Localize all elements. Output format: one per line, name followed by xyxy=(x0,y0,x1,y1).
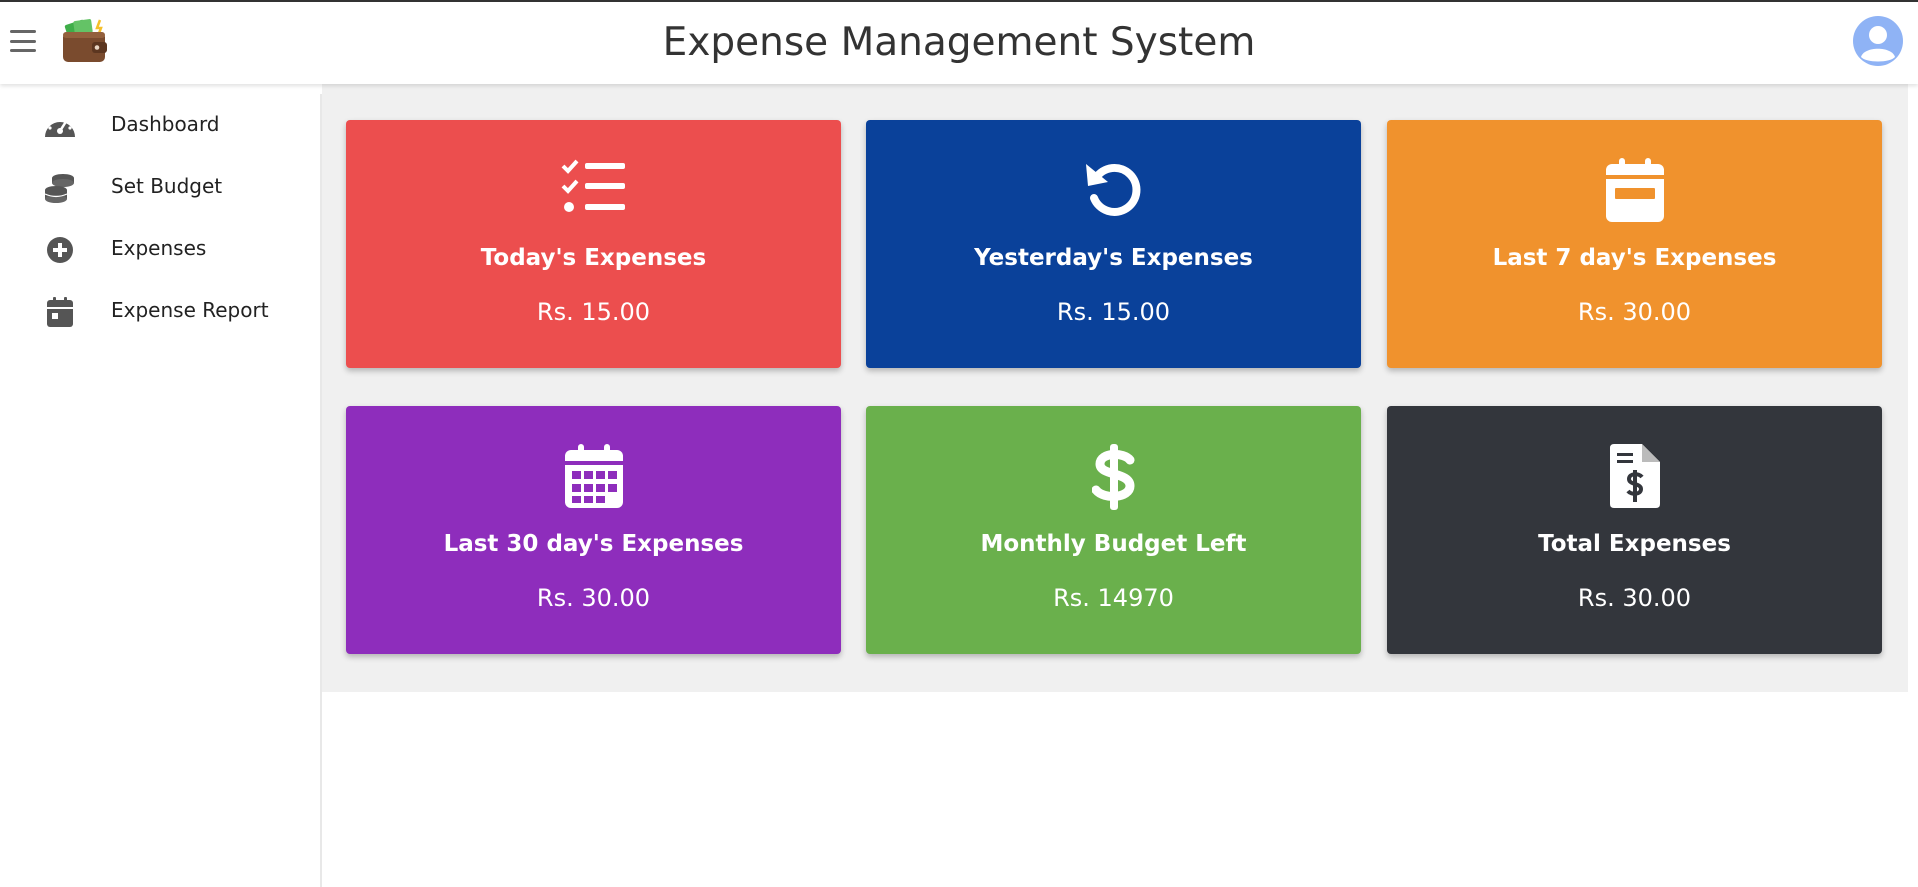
card-todays-expenses[interactable]: Today's Expenses Rs. 15.00 xyxy=(346,120,841,368)
card-title: Total Expenses xyxy=(1538,531,1731,557)
sidebar-item-set-budget[interactable]: Set Budget xyxy=(8,156,320,218)
top-header: Expense Management System xyxy=(0,2,1918,84)
card-value: Rs. 30.00 xyxy=(1577,584,1692,612)
user-avatar-icon[interactable] xyxy=(1852,15,1904,67)
card-title: Today's Expenses xyxy=(480,245,707,271)
calendar-days-icon xyxy=(346,444,841,510)
sidebar-item-label: Set Budget xyxy=(111,174,223,198)
app-window: Expense Management System Dashboard Set … xyxy=(0,0,1918,887)
card-monthly-budget-left[interactable]: Monthly Budget Left Rs. 14970 xyxy=(866,406,1361,654)
sidebar-item-expense-report[interactable]: Expense Report xyxy=(8,280,320,342)
sidebar-item-dashboard[interactable]: Dashboard xyxy=(8,94,320,156)
page-title: Expense Management System xyxy=(662,20,1256,65)
card-last-7-days-expenses[interactable]: Last 7 day's Expenses Rs. 30.00 xyxy=(1387,120,1882,368)
dollar-sign-icon xyxy=(866,444,1361,510)
card-value: Rs. 15.00 xyxy=(1056,298,1171,326)
card-yesterdays-expenses[interactable]: Yesterday's Expenses Rs. 15.00 xyxy=(866,120,1361,368)
file-invoice-dollar-icon xyxy=(1387,444,1882,510)
card-title: Yesterday's Expenses xyxy=(974,245,1253,271)
sidebar-item-expenses[interactable]: Expenses xyxy=(8,218,320,280)
sidebar-item-label: Expense Report xyxy=(111,298,269,322)
card-value: Rs. 30.00 xyxy=(1577,298,1692,326)
list-check-icon xyxy=(346,158,841,224)
dashboard-gauge-icon xyxy=(42,110,78,142)
rotate-left-icon xyxy=(866,158,1361,224)
card-title: Monthly Budget Left xyxy=(980,531,1247,557)
sidebar-item-label: Dashboard xyxy=(111,112,220,136)
card-value: Rs. 15.00 xyxy=(536,298,651,326)
coins-stack-icon xyxy=(42,172,78,204)
sidebar-item-label: Expenses xyxy=(111,236,207,260)
card-title: Last 7 day's Expenses xyxy=(1492,245,1777,271)
card-total-expenses[interactable]: Total Expenses Rs. 30.00 xyxy=(1387,406,1882,654)
card-last-30-days-expenses[interactable]: Last 30 day's Expenses Rs. 30.00 xyxy=(346,406,841,654)
sidebar-nav: Dashboard Set Budget Expenses Expense Re… xyxy=(8,94,322,887)
card-value: Rs. 14970 xyxy=(1053,584,1174,612)
card-value: Rs. 30.00 xyxy=(536,584,651,612)
card-title: Last 30 day's Expenses xyxy=(443,531,744,557)
calendar-week-icon xyxy=(1387,158,1882,224)
dashboard-content: Today's Expenses Rs. 15.00 Yesterday's E… xyxy=(322,84,1908,692)
plus-circle-icon xyxy=(42,234,78,266)
calendar-icon xyxy=(42,296,78,328)
